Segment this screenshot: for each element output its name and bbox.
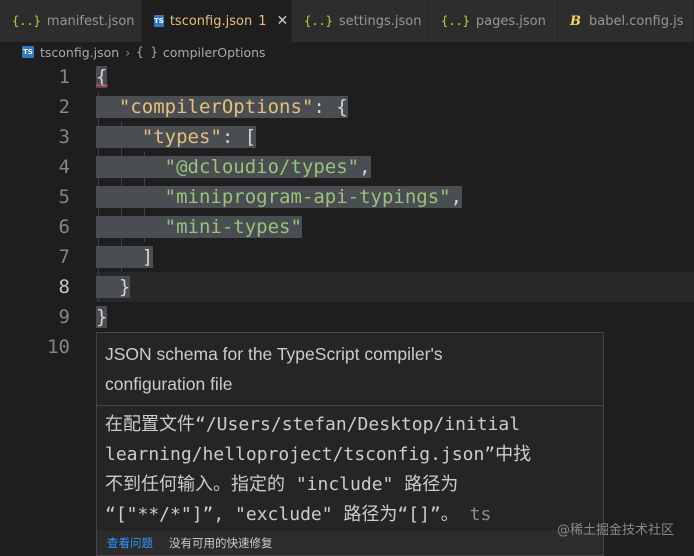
no-quickfix-text: 没有可用的快速修复 [169,536,273,550]
line-number: 3 [58,126,70,148]
tab-pages-json[interactable]: {..} pages.json [429,0,558,42]
diagnostic-message: 在配置文件“/Users/stefan/Desktop/initial lear… [105,414,532,525]
line-number: 2 [58,96,70,118]
tab-label: manifest.json [46,13,135,29]
tab-label: settings.json [338,13,422,29]
line-number: 10 [47,336,70,358]
breadcrumb-file[interactable]: tsconfig.json [40,45,119,60]
close-icon[interactable]: ✕ [276,13,288,29]
tab-manifest-json[interactable]: {..} manifest.json [0,0,142,42]
hover-tooltip: JSON schema for the TypeScript compiler'… [96,332,604,556]
code-line-3: "types": [ [96,122,257,152]
tab-babel-config-js[interactable]: B babel.config.js [558,0,694,42]
diagnostic-source: ts [469,504,492,525]
line-number: 9 [58,306,70,328]
tab-settings-json[interactable]: {..} settings.json [292,0,429,42]
typescript-icon: TS [22,46,34,58]
code-line-2: "compilerOptions": { [96,92,348,122]
tab-label: pages.json [475,13,546,29]
tab-label: tsconfig.json [169,13,253,29]
code-line-4: "@dcloudio/types", [96,152,371,182]
code-line-8: } [96,272,131,302]
tab-bar: {..} manifest.json TS tsconfig.json 1 ✕ … [0,0,694,42]
code-line-9: } [96,306,108,328]
json-braces-icon: {..} [12,14,41,28]
typescript-icon: TS [154,15,164,27]
watermark: @稀土掘金技术社区 [556,523,674,538]
tab-tsconfig-json[interactable]: TS tsconfig.json 1 ✕ [142,0,292,42]
breadcrumb: TS tsconfig.json › { } compilerOptions [0,42,694,62]
code-line-6: "mini-types" [96,212,302,242]
line-number-current: 8 [58,276,70,298]
error-squiggle [96,84,108,87]
view-problem-link[interactable]: 查看问题 [107,535,153,551]
line-number: 1 [58,66,70,88]
chevron-right-icon: › [125,44,131,60]
code-line-1: { [96,66,108,88]
json-braces-icon: {..} [304,14,333,28]
code-line-7: ] [96,242,154,272]
line-number: 5 [58,186,70,208]
problem-count-badge: 1 [258,13,267,29]
hover-actions: 查看问题 没有可用的快速修复 [97,531,603,555]
code-line-5: "miniprogram-api-typings", [96,182,463,212]
line-number: 6 [58,216,70,238]
current-line-highlight [96,272,694,302]
babel-icon: B [570,13,581,29]
hover-description: JSON schema for the TypeScript compiler'… [97,333,603,406]
breadcrumb-symbol[interactable]: compilerOptions [163,45,266,60]
object-symbol-icon: { } [136,45,158,59]
line-number: 7 [58,246,70,268]
line-number: 4 [58,156,70,178]
tab-label: babel.config.js [589,13,684,29]
json-braces-icon: {..} [441,14,470,28]
